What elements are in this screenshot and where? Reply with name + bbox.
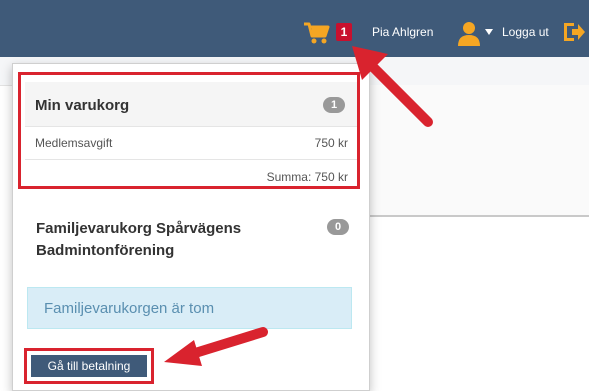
- family-cart-title: Familjevarukorg Spårvägens Badmintonföre…: [36, 220, 242, 259]
- checkout-button[interactable]: Gå till betalning: [31, 355, 147, 377]
- logout-link[interactable]: Logga ut: [502, 25, 549, 39]
- my-cart-highlight: [18, 72, 360, 189]
- top-navbar: 1 Pia Ahlgren Logga ut: [0, 0, 589, 57]
- annotation-arrow-cart: [352, 46, 433, 127]
- checkout-highlight: Gå till betalning: [24, 348, 154, 384]
- logout-icon[interactable]: [562, 21, 586, 43]
- family-cart-count-badge: 0: [327, 219, 349, 235]
- user-icon[interactable]: [456, 20, 482, 46]
- annotation-arrow-checkout: [164, 327, 268, 366]
- family-cart-empty-message: Familjevarukorgen är tom: [44, 300, 215, 317]
- caret-down-icon[interactable]: [485, 29, 493, 35]
- shopping-cart-icon[interactable]: [303, 21, 331, 45]
